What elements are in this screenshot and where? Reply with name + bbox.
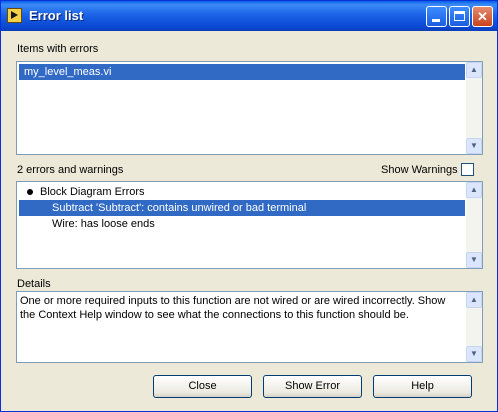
scroll-down-arrow-icon[interactable]: ▼: [466, 138, 482, 154]
scroll-down-arrow-icon[interactable]: ▼: [466, 346, 482, 362]
scroll-up-arrow-icon[interactable]: ▲: [466, 62, 482, 78]
maximize-button[interactable]: [449, 6, 470, 27]
title-bar[interactable]: Error list ✕: [1, 1, 497, 31]
item-name: my_level_meas.vi: [24, 66, 112, 78]
window-title: Error list: [29, 8, 84, 23]
error-group-label: Block Diagram Errors: [40, 186, 145, 198]
scroll-up-arrow-icon[interactable]: ▲: [466, 292, 482, 308]
details-text: One or more required inputs to this func…: [20, 295, 446, 321]
close-window-button[interactable]: ✕: [472, 6, 493, 27]
error-group-header[interactable]: Block Diagram Errors: [22, 184, 465, 200]
error-list-window: Error list ✕ Items with errors my_level_…: [0, 0, 498, 412]
details-scrollbar[interactable]: ▲ ▼: [466, 292, 482, 362]
close-icon: ✕: [477, 9, 488, 24]
error-entry[interactable]: Subtract 'Subtract': contains unwired or…: [19, 200, 465, 216]
close-button[interactable]: Close: [153, 375, 252, 398]
errors-scrollbar[interactable]: ▲ ▼: [466, 182, 482, 268]
items-scrollbar[interactable]: ▲ ▼: [466, 62, 482, 154]
help-button[interactable]: Help: [373, 375, 472, 398]
minimize-button[interactable]: [426, 6, 447, 27]
items-with-errors-label: Items with errors: [17, 43, 99, 55]
maximize-icon: [454, 11, 465, 21]
errors-count-label: 2 errors and warnings: [17, 164, 124, 176]
details-box[interactable]: One or more required inputs to this func…: [16, 291, 483, 363]
scroll-up-arrow-icon[interactable]: ▲: [466, 182, 482, 198]
scroll-down-arrow-icon[interactable]: ▼: [466, 252, 482, 268]
show-error-button[interactable]: Show Error: [263, 375, 362, 398]
error-entry-text: Subtract 'Subtract': contains unwired or…: [52, 202, 307, 214]
minimize-icon: [432, 19, 440, 22]
error-entry-text: Wire: has loose ends: [52, 218, 155, 230]
items-list[interactable]: my_level_meas.vi ▲ ▼: [16, 61, 483, 155]
show-warnings-label: Show Warnings: [381, 164, 458, 176]
show-warnings-checkbox[interactable]: [461, 163, 474, 176]
errors-list[interactable]: Block Diagram Errors Subtract 'Subtract'…: [16, 181, 483, 269]
bullet-icon: [27, 189, 33, 196]
details-label: Details: [17, 278, 51, 290]
error-entry[interactable]: Wire: has loose ends: [19, 216, 465, 232]
list-item[interactable]: my_level_meas.vi: [19, 64, 465, 80]
labview-app-icon: [7, 8, 22, 23]
